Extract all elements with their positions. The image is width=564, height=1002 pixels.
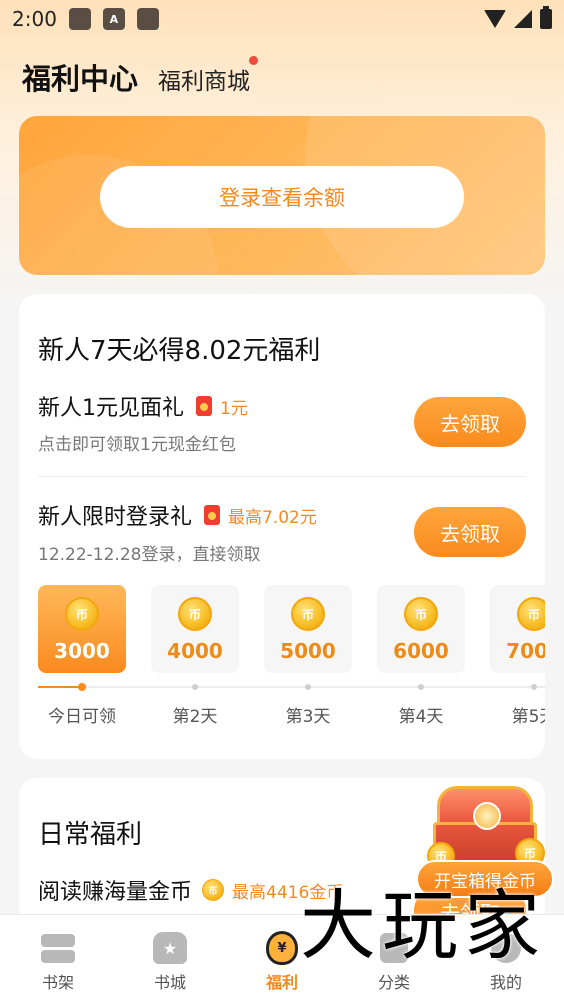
row-subtitle: 12.22-12.28登录，直接领取: [38, 545, 261, 565]
chest-lock: [473, 802, 501, 830]
progress-fill: [38, 686, 82, 688]
page-title: 福利中心: [22, 62, 139, 96]
day-box: 币 6000: [377, 585, 465, 673]
nav-label: 书架: [41, 973, 74, 992]
day-amount: 7000: [506, 639, 545, 663]
day-item[interactable]: 币 6000 第4天: [377, 585, 465, 727]
nav-label: 分类: [377, 973, 410, 992]
watermark: 大玩家: [300, 881, 546, 970]
daily-checkin-strip: 币 3000 今日可领 币 4000 第2天 币 5000 第3天 币 6000…: [38, 585, 545, 735]
day-amount: 6000: [393, 639, 449, 663]
nav-label: 福利: [265, 973, 298, 992]
divider: [38, 476, 526, 477]
bookstore-icon: ★: [153, 931, 187, 965]
day-item[interactable]: 币 7000 第5天: [490, 585, 545, 727]
progress-track: [38, 686, 545, 688]
day-label: 第4天: [398, 707, 444, 727]
day-box: 币 7000: [490, 585, 545, 673]
day-amount: 3000: [54, 639, 110, 663]
row-reward: 1元: [220, 398, 248, 419]
status-bar: 2:00 A: [0, 0, 564, 38]
coin-icon: 币: [65, 597, 99, 631]
coin-icon: 币: [178, 597, 212, 631]
day-item[interactable]: 币 5000 第3天: [264, 585, 352, 727]
progress-dot: [418, 684, 424, 690]
progress-dot: [305, 684, 311, 690]
coin-icon: 币: [291, 597, 325, 631]
notification-icon: [136, 8, 159, 30]
day-item[interactable]: 币 3000 今日可领: [38, 585, 126, 727]
header: 福利中心 福利商城: [22, 56, 259, 98]
row-subtitle: 点击即可领取1元现金红包: [38, 435, 236, 455]
day-label: 第3天: [285, 707, 331, 727]
day-box: 币 5000: [264, 585, 352, 673]
day-label: 第5天: [511, 707, 545, 727]
row-title-text: 新人限时登录礼: [38, 505, 193, 530]
coin-icon: 币: [202, 879, 225, 901]
red-packet-icon: [196, 396, 212, 416]
red-packet-icon: [204, 505, 221, 525]
balance-card: 登录查看余额: [19, 116, 545, 275]
treasure-chest-icon[interactable]: 币 币: [425, 782, 547, 872]
tab-label: 福利商城: [158, 69, 251, 95]
claim-button[interactable]: 去领取: [414, 507, 526, 557]
status-time: 2:00: [12, 7, 57, 31]
progress-dot: [78, 683, 86, 691]
tab-welfare-store[interactable]: 福利商城: [158, 56, 259, 96]
progress-dot: [531, 684, 537, 690]
notification-icon: [68, 8, 91, 30]
day-box: 币 4000: [151, 585, 239, 673]
day-label: 第2天: [172, 707, 218, 727]
battery-icon: [540, 6, 552, 29]
login-view-balance-button[interactable]: 登录查看余额: [100, 166, 464, 228]
row-title-text: 新人1元见面礼: [38, 396, 184, 421]
coin-icon: 币: [404, 597, 438, 631]
notification-dot: [249, 56, 259, 65]
wifi-icon: [484, 10, 506, 28]
newbie-row-title: 新人限时登录礼 最高7.02元: [38, 499, 317, 531]
day-item[interactable]: 币 4000 第2天: [151, 585, 239, 727]
nav-item-bookstore[interactable]: ★ 书城: [114, 915, 226, 1002]
a-icon: A: [102, 8, 125, 30]
progress-dot: [192, 684, 198, 690]
money-bag-icon: ¥: [265, 931, 299, 965]
nav-label: 我的: [489, 973, 522, 992]
coin-icon: 币: [517, 597, 545, 631]
day-amount: 5000: [280, 639, 336, 663]
daily-card-title: 日常福利: [38, 820, 143, 850]
daily-row-title: 阅读赚海量金币 币 最高4416金币: [38, 874, 343, 906]
row-reward: 最高7.02元: [228, 507, 317, 528]
bookshelf-icon: [41, 931, 75, 965]
day-label: 今日可领: [48, 707, 116, 727]
newbie-welfare-card: 新人7天必得8.02元福利 新人1元见面礼 1元 点击即可领取1元现金红包 去领…: [19, 294, 545, 759]
day-amount: 4000: [167, 639, 223, 663]
claim-button[interactable]: 去领取: [414, 397, 526, 447]
newbie-card-title: 新人7天必得8.02元福利: [38, 336, 321, 366]
row-title-text: 阅读赚海量金币: [38, 880, 193, 905]
nav-item-bookshelf[interactable]: 书架: [2, 915, 114, 1002]
signal-icon: [514, 10, 532, 28]
nav-label: 书城: [153, 973, 186, 992]
day-box: 币 3000: [38, 585, 126, 673]
newbie-row-title: 新人1元见面礼 1元: [38, 390, 248, 422]
